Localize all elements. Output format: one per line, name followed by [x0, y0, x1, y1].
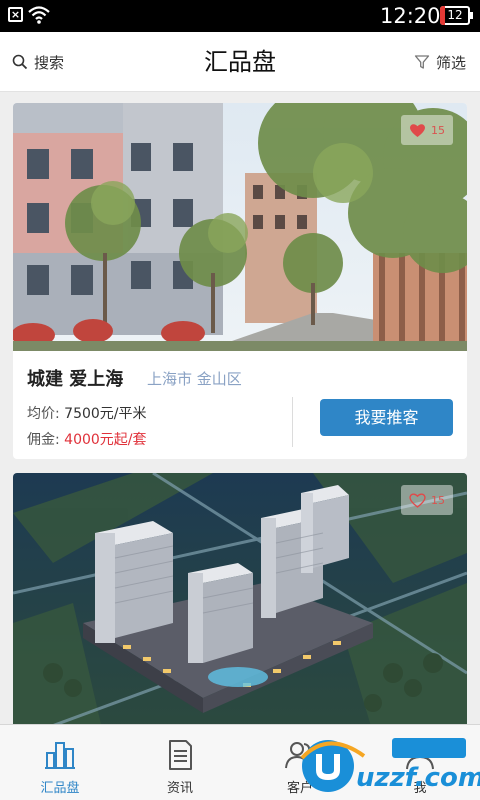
recommend-customer-button[interactable]: 我要推客: [320, 399, 453, 436]
listing-price: 均价: 7500元/平米: [27, 403, 147, 423]
filter-icon: [414, 55, 430, 69]
listing-location: 上海市 金山区: [147, 370, 242, 388]
like-count: 15: [431, 493, 445, 507]
listing-info: 城建 爱上海 上海市 金山区 均价: 7500元/平米 佣金: 4000元起/套…: [13, 351, 467, 459]
filter-label: 筛选: [435, 53, 466, 72]
wifi-icon: [28, 6, 50, 24]
listing-photo[interactable]: 15: [13, 103, 467, 351]
aerial-rendering-image: [13, 473, 467, 724]
price-label: 均价:: [27, 406, 60, 422]
tab-label: 汇品盘: [40, 781, 80, 796]
clock: 12:20: [380, 4, 441, 28]
divider: [292, 397, 293, 447]
listing-list[interactable]: 15 城建 爱上海 上海市 金山区 均价: 7500元/平米 佣金: 4000元…: [0, 92, 480, 724]
search-icon: [12, 54, 28, 70]
search-button[interactable]: 搜索: [12, 50, 64, 74]
page-title: 汇品盘: [204, 48, 276, 76]
battery-icon: 12: [440, 6, 473, 25]
commission-label: 佣金:: [27, 432, 60, 448]
listing-name: 城建 爱上海: [27, 369, 124, 390]
status-bar: × 12:20 12: [0, 0, 480, 32]
search-label: 搜索: [34, 53, 65, 72]
heart-outline-icon: [409, 493, 426, 508]
heart-icon: [410, 123, 425, 137]
street-scene-image: [13, 103, 467, 351]
listing-commission: 佣金: 4000元起/套: [27, 429, 147, 449]
buildings-icon: [45, 742, 75, 769]
news-icon: [169, 740, 192, 770]
like-button[interactable]: 15: [401, 115, 453, 145]
commission-value: 4000元起/套: [64, 432, 147, 448]
listing-card[interactable]: 15 城建 爱上海 上海市 金山区 均价: 7500元/平米 佣金: 4000元…: [13, 103, 467, 459]
tab-label: 资讯: [166, 781, 193, 796]
tab-listings[interactable]: 汇品盘: [0, 725, 120, 800]
filter-button[interactable]: 筛选: [414, 50, 466, 74]
app-header: 汇品盘 搜索 筛选: [0, 32, 480, 92]
like-button[interactable]: 15: [401, 485, 453, 515]
tab-news[interactable]: 资讯: [120, 725, 240, 800]
price-value: 7500元/平米: [64, 406, 147, 422]
svg-text:uzzf.com: uzzf.com: [356, 763, 480, 793]
listing-photo[interactable]: 15: [13, 473, 467, 724]
watermark-logo: uzzf.com: [300, 738, 480, 793]
notification-close-icon: ×: [8, 7, 23, 22]
listing-card[interactable]: 15: [13, 473, 467, 724]
like-count: 15: [431, 123, 445, 137]
